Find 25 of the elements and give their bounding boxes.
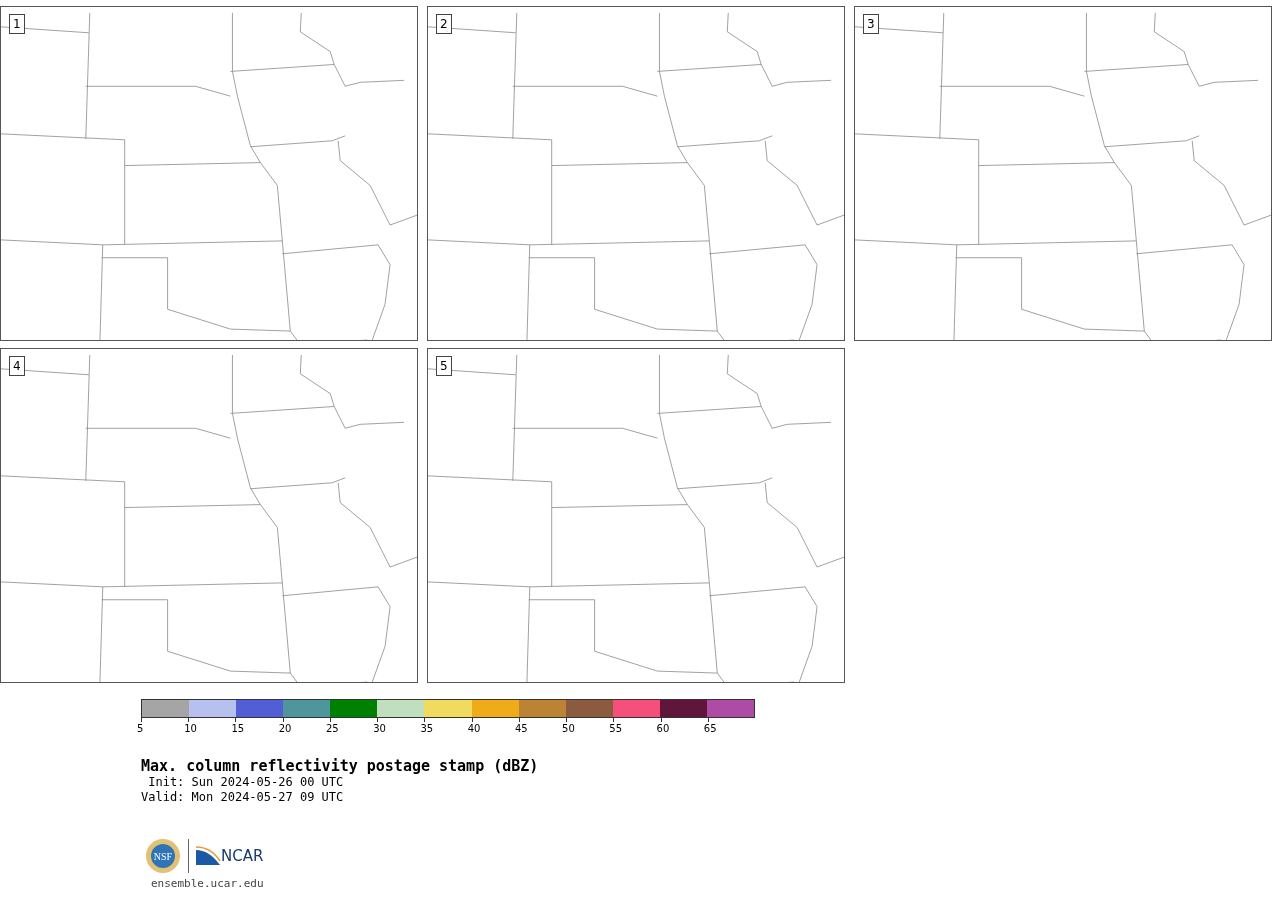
tick-label: 25 [325, 723, 339, 734]
tick-label: 30 [373, 723, 386, 734]
tick-label: 55 [609, 723, 623, 734]
tick-label: 10 [184, 723, 197, 734]
panel-number: 5 [436, 356, 452, 376]
tick-label: 65 [703, 723, 717, 734]
tick-label: 60 [656, 723, 670, 734]
logo-text: NCAR [221, 847, 264, 865]
tick-label: 40 [467, 723, 481, 734]
panel-number: 1 [9, 14, 25, 34]
init-time: Init: Sun 2024-05-26 00 UTC [147, 775, 345, 790]
swoosh-logo [195, 846, 221, 866]
tick-label: 15 [231, 723, 245, 734]
panel-number: 2 [436, 14, 452, 34]
tick-label: 45 [514, 723, 528, 734]
tick-label: 50 [562, 723, 575, 734]
tick-label: 20 [278, 723, 292, 734]
site-address: ensemble.ucar.edu [151, 877, 265, 890]
chart-title: Max. column reflectivity postage stamp (dBZ) [141, 757, 540, 775]
panel-number: 3 [863, 14, 879, 34]
panel-number: 4 [9, 356, 25, 376]
seal-logo: NSF [144, 837, 182, 875]
valid-time: Valid: Mon 2024-05-27 09 UTC [141, 790, 345, 805]
tick-label: 35 [420, 723, 434, 734]
tick-label: 5 [137, 723, 144, 734]
